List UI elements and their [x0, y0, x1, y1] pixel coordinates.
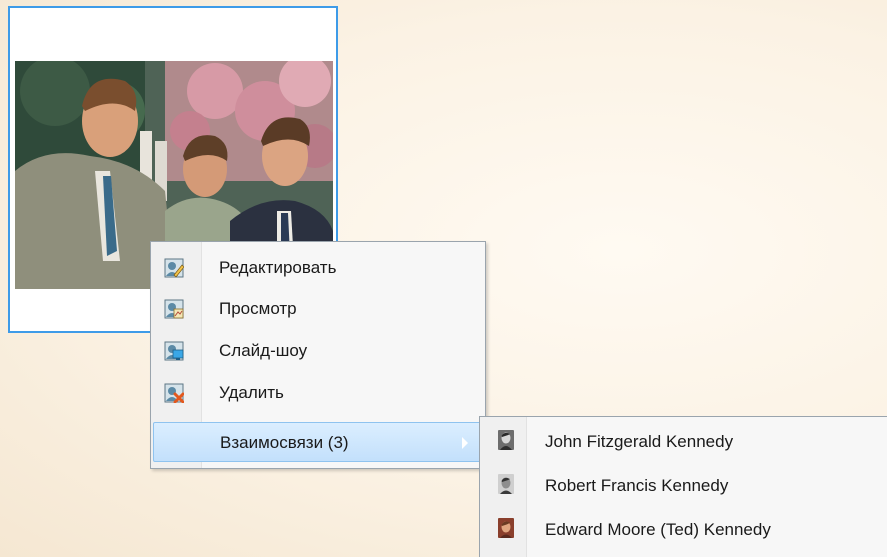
submenu-item-jfk[interactable]: John Fitzgerald Kennedy	[482, 420, 886, 464]
portrait-icon	[498, 474, 514, 494]
submenu-item-label: Robert Francis Kennedy	[545, 476, 729, 495]
submenu-item-label: Edward Moore (Ted) Kennedy	[545, 520, 771, 539]
delete-person-icon	[164, 383, 185, 404]
menu-item-label: Взаимосвязи (3)	[220, 433, 349, 452]
submenu-item-label: John Fitzgerald Kennedy	[545, 432, 734, 451]
menu-item-relations[interactable]: Взаимосвязи (3)	[153, 422, 483, 462]
relations-submenu: John Fitzgerald Kennedy Robert Francis K…	[479, 416, 887, 557]
menu-item-label: Просмотр	[219, 299, 297, 318]
menu-item-edit[interactable]: Редактировать	[153, 248, 483, 288]
menu-item-label: Редактировать	[219, 258, 337, 277]
portrait-icon	[498, 518, 514, 538]
slideshow-person-icon	[164, 341, 184, 361]
view-person-icon	[164, 299, 184, 319]
submenu-item-ted[interactable]: Edward Moore (Ted) Kennedy	[482, 508, 886, 552]
submenu-item-rfk[interactable]: Robert Francis Kennedy	[482, 464, 886, 508]
portrait-icon	[498, 430, 514, 450]
menu-item-label: Удалить	[219, 383, 284, 402]
submenu-arrow-icon	[462, 437, 468, 449]
menu-item-delete[interactable]: Удалить	[153, 373, 483, 413]
menu-item-label: Слайд-шоу	[219, 341, 308, 360]
menu-item-slideshow[interactable]: Слайд-шоу	[153, 331, 483, 371]
menu-item-view[interactable]: Просмотр	[153, 289, 483, 329]
context-menu: Редактировать Просмотр Слайд-шоу Удалить…	[150, 241, 486, 469]
edit-person-icon	[164, 258, 185, 278]
